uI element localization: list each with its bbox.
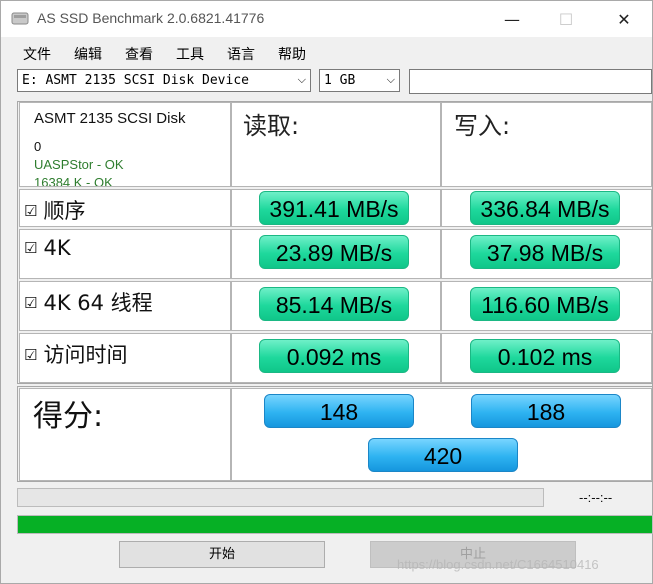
checkbox-checked-icon[interactable]: ☑ [24, 239, 37, 257]
4k64-read-result: 85.14 MB/s [259, 287, 409, 321]
total-score: 420 [368, 438, 518, 472]
drive-select-value: E: ASMT 2135 SCSI Disk Device [22, 73, 249, 88]
seq-read-result: 391.41 MB/s [259, 191, 409, 225]
test-4k64-label: 4K 64 线程 [43, 291, 153, 315]
test-4k-label: 4K [43, 236, 71, 260]
score-label: 得分: [33, 399, 104, 434]
read-column-header: 读取: [243, 112, 300, 140]
drive-select[interactable]: E: ASMT 2135 SCSI Disk Device ⌵ [17, 69, 311, 92]
test-4k-toggle[interactable]: ☑ 4K [24, 236, 71, 260]
start-button[interactable]: 开始 [119, 541, 325, 568]
chevron-down-icon: ⌵ [386, 73, 395, 86]
4k-read-result: 23.89 MB/s [259, 235, 409, 269]
4k-write-result: 37.98 MB/s [470, 235, 620, 269]
close-button[interactable]: ✕ [601, 1, 647, 37]
overall-progress-fill [18, 516, 652, 533]
seq-write-result: 336.84 MB/s [470, 191, 620, 225]
alignment-status: 16384 K - OK [34, 175, 113, 187]
access-write-result: 0.102 ms [470, 339, 620, 373]
size-select[interactable]: 1 GB ⌵ [319, 69, 400, 92]
menu-language[interactable]: 语言 [227, 44, 255, 64]
test-seq-label: 顺序 [43, 199, 86, 223]
4k64-write-result: 116.60 MB/s [470, 287, 620, 321]
test-seq-toggle[interactable]: ☑ 顺序 [24, 195, 85, 225]
checkbox-checked-icon[interactable]: ☑ [24, 202, 37, 220]
menu-file[interactable]: 文件 [23, 44, 51, 64]
elapsed-time: --:--:-- [579, 490, 613, 505]
access-read-result: 0.092 ms [259, 339, 409, 373]
window-title: AS SSD Benchmark 2.0.6821.41776 [37, 10, 265, 26]
test-4k64-toggle[interactable]: ☑ 4K 64 线程 [24, 287, 153, 317]
search-input[interactable] [409, 69, 652, 94]
menu-tools[interactable]: 工具 [176, 44, 204, 64]
app-window: AS SSD Benchmark 2.0.6821.41776 — ☐ ✕ 文件… [0, 0, 653, 584]
menu-bar: 文件 编辑 查看 工具 语言 帮助 [1, 39, 652, 65]
test-access-label: 访问时间 [43, 343, 128, 367]
checkbox-checked-icon[interactable]: ☑ [24, 346, 37, 364]
disk-icon [11, 11, 29, 26]
maximize-button[interactable]: ☐ [543, 1, 589, 37]
menu-edit[interactable]: 编辑 [74, 44, 102, 64]
minimize-button[interactable]: — [489, 1, 535, 37]
checkbox-checked-icon[interactable]: ☑ [24, 294, 37, 312]
title-bar: AS SSD Benchmark 2.0.6821.41776 — ☐ ✕ [1, 1, 652, 37]
write-column-header: 写入: [454, 112, 511, 140]
read-score: 148 [264, 394, 414, 428]
driver-status: UASPStor - OK [34, 157, 124, 172]
test-access-toggle[interactable]: ☑ 访问时间 [24, 339, 127, 369]
watermark-text: https://blog.csdn.net/C1664510416 [397, 557, 599, 572]
task-progress-bar [17, 488, 544, 507]
device-id: 0 [34, 139, 42, 154]
chevron-down-icon: ⌵ [297, 73, 306, 86]
device-name: ASMT 2135 SCSI Disk [34, 110, 186, 127]
size-select-value: 1 GB [324, 73, 356, 88]
overall-progress-bar [17, 515, 653, 534]
write-score: 188 [471, 394, 621, 428]
device-info-panel: ASMT 2135 SCSI Disk 0 UASPStor - OK 1638… [19, 102, 231, 187]
menu-view[interactable]: 查看 [125, 44, 153, 64]
menu-help[interactable]: 帮助 [278, 44, 306, 64]
